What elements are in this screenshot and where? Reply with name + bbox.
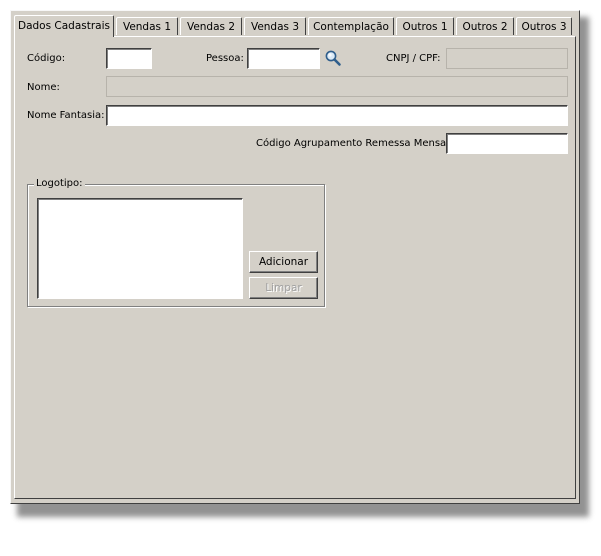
clear-logo-button[interactable]: Limpar [249, 277, 318, 299]
nome-fantasia-label: Nome Fantasia: [27, 110, 105, 121]
nome-label: Nome: [27, 82, 60, 93]
add-logo-button[interactable]: Adicionar [249, 251, 318, 273]
nome-field [106, 76, 568, 97]
tab-vendas-2[interactable]: Vendas 2 [180, 17, 242, 35]
codigo-input[interactable] [106, 48, 152, 69]
pessoa-label: Pessoa: [206, 53, 244, 64]
tab-outros-2[interactable]: Outros 2 [456, 17, 514, 35]
tab-bar: Dados Cadastrais Vendas 1 Vendas 2 Venda… [14, 15, 576, 37]
tab-contemplacao[interactable]: Contemplação [308, 17, 394, 35]
tab-vendas-1[interactable]: Vendas 1 [116, 17, 178, 35]
cnpj-cpf-label: CNPJ / CPF: [386, 53, 441, 64]
codigo-agrupamento-input[interactable] [446, 133, 568, 154]
logotipo-groupbox: Logotipo: Adicionar Limpar [27, 178, 325, 307]
codigo-label: Código: [27, 53, 66, 64]
tab-outros-3[interactable]: Outros 3 [516, 17, 572, 35]
magnifier-icon[interactable] [324, 49, 342, 67]
tab-dados-cadastrais[interactable]: Dados Cadastrais [14, 15, 114, 37]
logotipo-legend: Logotipo: [34, 178, 85, 190]
cnpj-cpf-field [446, 48, 568, 69]
nome-fantasia-input[interactable] [106, 105, 568, 126]
tab-vendas-3[interactable]: Vendas 3 [244, 17, 306, 35]
tab-outros-1[interactable]: Outros 1 [396, 17, 454, 35]
dialog-window: Dados Cadastrais Vendas 1 Vendas 2 Venda… [10, 10, 580, 504]
logo-image-area [37, 198, 243, 299]
pessoa-input[interactable] [247, 48, 320, 69]
codigo-agrupamento-label: Código Agrupamento Remessa Mensal: [256, 138, 453, 149]
tab-panel-dados-cadastrais: Código: Pessoa: CNPJ / CPF: Nome: Nome F… [14, 36, 576, 499]
